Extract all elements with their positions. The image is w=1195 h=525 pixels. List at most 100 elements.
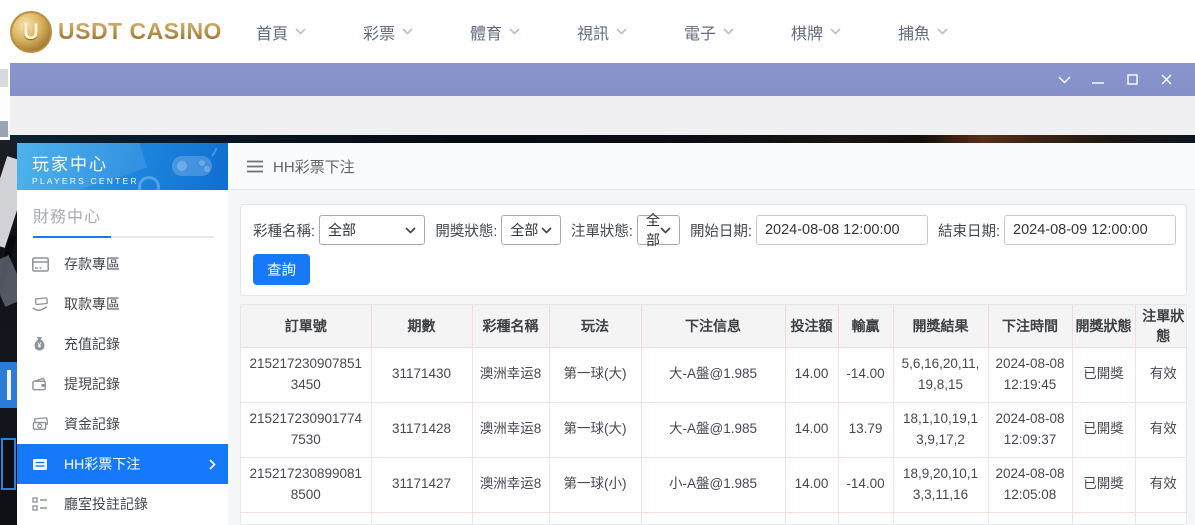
nav-item-chess[interactable]: 棋牌 bbox=[791, 20, 841, 44]
nav-item-home[interactable]: 首頁 bbox=[256, 20, 306, 44]
chevron-right-icon bbox=[209, 458, 216, 470]
hamburger-menu-icon[interactable] bbox=[247, 160, 263, 173]
background-graffiti-strip bbox=[0, 140, 17, 525]
nav-item-fishing[interactable]: 捕魚 bbox=[898, 20, 948, 44]
close-icon bbox=[1161, 74, 1171, 85]
cell-draw-status: 已開獎 bbox=[1071, 346, 1136, 403]
cell-bet-amount: 14.00 bbox=[784, 346, 839, 403]
end-date-input[interactable] bbox=[1004, 215, 1176, 245]
sidebar-item-withdraw[interactable]: 取款專區 bbox=[17, 284, 228, 324]
bet-list-icon bbox=[32, 456, 49, 473]
lottery-name-select[interactable]: 全部 bbox=[319, 215, 426, 245]
chevron-down-icon bbox=[660, 226, 671, 234]
sidebar-item-label: 資金記錄 bbox=[64, 416, 120, 432]
sidebar-item-room-bet-records[interactable]: 廳室投註記錄 bbox=[17, 484, 228, 524]
top-nav: U USDT CASINO 首頁 彩票 體育 視訊 電子 棋牌 捕魚 bbox=[0, 0, 1195, 63]
window-maximize-button[interactable] bbox=[1117, 68, 1147, 92]
window-dropdown-button[interactable] bbox=[1049, 68, 1079, 92]
main-content: HH彩票下注 彩種名稱: 全部 開獎狀態: 全部 注單狀態: 全部 開始日期: … bbox=[228, 143, 1195, 525]
chevron-down-icon bbox=[830, 28, 841, 35]
cell-bet-time: 2024-08-08 12:05:08 bbox=[987, 456, 1073, 513]
nav-item-slots[interactable]: 電子 bbox=[684, 20, 734, 44]
banner-band bbox=[10, 135, 1195, 143]
column-header-order-id: 訂單號 bbox=[241, 305, 372, 348]
sidebar-item-label: 廳室投註記錄 bbox=[64, 496, 148, 512]
search-button[interactable]: 查詢 bbox=[253, 254, 310, 285]
order-status-label: 注單狀態: bbox=[570, 223, 633, 240]
wallet-icon bbox=[32, 376, 49, 393]
column-header-order-status: 注單狀態 bbox=[1134, 305, 1186, 348]
svg-text:¥: ¥ bbox=[38, 343, 42, 350]
window-titlebar bbox=[10, 63, 1195, 96]
cell-order-id: 2152172308990818500 bbox=[241, 456, 372, 513]
nav-item-video[interactable]: 視訊 bbox=[577, 20, 627, 44]
cell-order-status: 有效 bbox=[1134, 401, 1186, 458]
cell-lottery-name: 澳洲幸运8 bbox=[471, 456, 550, 513]
finance-center-section: 財務中心 bbox=[17, 190, 228, 238]
hand-money-icon bbox=[32, 296, 49, 313]
nav-item-lottery[interactable]: 彩票 bbox=[363, 20, 413, 44]
cell-order-id: 2152172309017747530 bbox=[241, 401, 372, 458]
main-menu: 首頁 彩票 體育 視訊 電子 棋牌 捕魚 bbox=[256, 20, 1005, 44]
cell-order-id bbox=[241, 511, 372, 524]
deposit-card-icon bbox=[32, 256, 49, 273]
draw-status-select[interactable]: 全部 bbox=[501, 215, 561, 245]
sidebar-item-funds-record[interactable]: 資金記錄 bbox=[17, 404, 228, 444]
cell-bet-info: 大-A盤@1.985 bbox=[640, 401, 786, 458]
cell-bet-time: 2024-08-08 12:09:37 bbox=[987, 401, 1073, 458]
maximize-icon bbox=[1126, 74, 1138, 85]
cell-period: 31171430 bbox=[370, 346, 473, 403]
cell-order-status: 有效 bbox=[1134, 456, 1186, 513]
cell-order-id: 2152172309078513450 bbox=[241, 346, 372, 403]
cell-play-type: 第一球(小) bbox=[548, 456, 642, 513]
order-status-select[interactable]: 全部 bbox=[636, 212, 680, 248]
sidebar-item-hh-lottery-bets[interactable]: HH彩票下注 bbox=[10, 444, 228, 484]
table-row: 2152172309017747530 31171428 澳洲幸运8 第一球(大) 大-… bbox=[241, 401, 1186, 458]
start-date-label: 開始日期: bbox=[689, 223, 752, 240]
chevron-down-icon bbox=[402, 28, 413, 35]
cell-win-loss: -14.00 bbox=[837, 456, 894, 513]
site-logo[interactable]: U USDT CASINO bbox=[10, 10, 222, 53]
screen: U USDT CASINO 首頁 彩票 體育 視訊 電子 棋牌 捕魚 玩家中心 … bbox=[0, 0, 1195, 525]
chevron-down-icon bbox=[541, 226, 552, 234]
chevron-down-icon bbox=[937, 28, 948, 35]
sidebar-item-withdrawal-record[interactable]: 提現記錄 bbox=[17, 364, 228, 404]
cell-bet-time bbox=[987, 511, 1073, 524]
gamepad-icon bbox=[172, 148, 218, 176]
table-row: 2152172308990818500 31171427 澳洲幸运8 第一球(小) 小-… bbox=[241, 456, 1186, 513]
sidebar-item-label: 充值記錄 bbox=[64, 336, 120, 352]
cell-play-type: 第一球(大) bbox=[548, 346, 642, 403]
cell-draw-status: 已開獎 bbox=[1071, 401, 1136, 458]
cell-order-status: 有效 bbox=[1134, 346, 1186, 403]
sidebar-item-recharge-record[interactable]: ¥ 充值記錄 bbox=[17, 324, 228, 364]
cell-bet-info bbox=[640, 511, 786, 524]
start-date-input[interactable] bbox=[755, 215, 928, 245]
sidebar-item-label: 提現記錄 bbox=[64, 376, 120, 392]
logo-text: USDT CASINO bbox=[58, 18, 222, 44]
window-minimize-button[interactable] bbox=[1083, 68, 1113, 92]
sidebar-item-deposit[interactable]: 存款專區 bbox=[17, 244, 228, 284]
section-label: 財務中心 bbox=[33, 209, 102, 226]
chevron-down-icon bbox=[295, 28, 306, 35]
window-close-button[interactable] bbox=[1151, 68, 1181, 92]
sidebar-item-label: 取款專區 bbox=[64, 296, 120, 312]
column-header-bet-time: 下注時間 bbox=[987, 305, 1073, 348]
nav-item-sports[interactable]: 體育 bbox=[470, 20, 520, 44]
cell-draw-result: 5,6,16,20,11,19,8,15 bbox=[892, 346, 989, 403]
sidebar: 玩家中心 PLAYERS CENTER 財務中心 存款專區 取款專區 ¥ 充值記… bbox=[10, 143, 228, 525]
cell-draw-result: 18,9,20,10,13,3,11,16 bbox=[892, 456, 989, 513]
table-header-row: 訂單號 期數 彩種名稱 玩法 下注信息 投注額 輸贏 開獎結果 下注時間 開獎狀態 注單狀態 bbox=[241, 305, 1186, 348]
cell-order-status bbox=[1134, 511, 1186, 524]
chevron-down-icon bbox=[723, 28, 734, 35]
cell-win-loss: 13.79 bbox=[837, 401, 894, 458]
cell-draw-status: 已開獎 bbox=[1071, 456, 1136, 513]
cell-win-loss bbox=[837, 511, 894, 524]
cell-period bbox=[370, 511, 473, 524]
banknotes-icon bbox=[32, 416, 49, 433]
draw-status-label: 開獎狀態: bbox=[435, 223, 498, 240]
column-header-period: 期數 bbox=[370, 305, 473, 348]
end-date-label: 結束日期: bbox=[937, 223, 1000, 240]
sidebar-menu: 存款專區 取款專區 ¥ 充值記錄 提現記錄 資金記錄 HH彩票下注 廳室投註記錄 bbox=[10, 244, 228, 524]
cell-lottery-name: 澳洲幸运8 bbox=[471, 401, 550, 458]
cell-bet-time: 2024-08-08 12:19:45 bbox=[987, 346, 1073, 403]
